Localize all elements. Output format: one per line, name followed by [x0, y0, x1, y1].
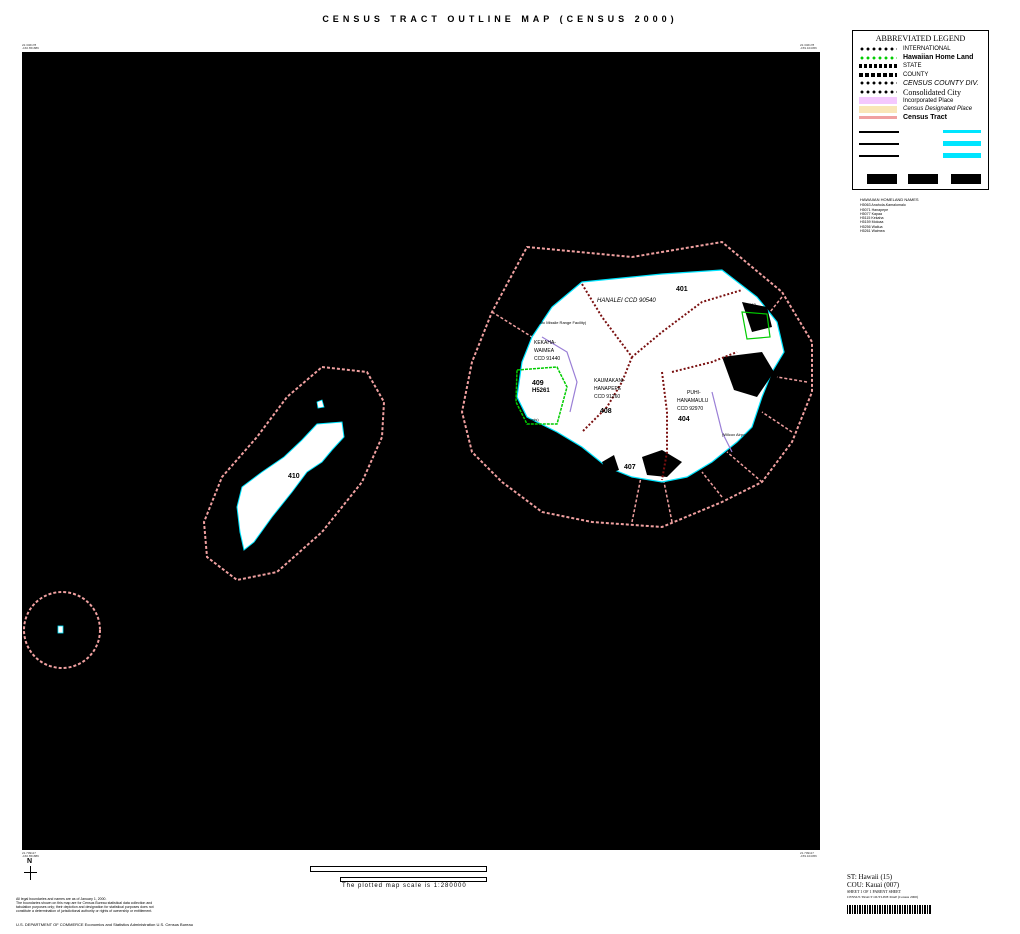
- barking-sands-label: (Barking Sands): [510, 417, 539, 422]
- legend-label: STATE: [903, 63, 922, 70]
- tract-label-407: 407: [624, 464, 636, 471]
- hawaiian-homeland-names: HAWAIIAN HOMELAND NAMES H5063 Anahola-Ka…: [860, 197, 919, 234]
- ccd-label-kaumakani-2: HANAPEPE: [594, 386, 622, 392]
- homeland-label-h5261: H5261: [532, 388, 550, 394]
- legend-row: Hawaiian Home Land: [859, 54, 987, 62]
- legend-swatch-2: [908, 174, 938, 184]
- department-line: U.S. DEPARTMENT OF COMMERCE Economics an…: [16, 922, 193, 927]
- legend-swatch-1: [867, 174, 897, 184]
- state-line: ST: Hawaii (15): [847, 873, 893, 881]
- legend-line-symbols: [859, 125, 981, 171]
- scale-bar-top: [310, 866, 487, 872]
- legend-symbol: [859, 89, 897, 95]
- corner-coord-se: 21.709117 -159.104456: [800, 851, 817, 858]
- legend-label: CENSUS COUNTY DIV.: [903, 79, 979, 87]
- legend-label: Census Tract: [903, 114, 947, 122]
- map-canvas[interactable]: 401 HANALEI CCD 90540 KEKAHA- WAIMEA CCD…: [22, 52, 820, 850]
- county-line: COU: Kauai (007): [847, 881, 900, 889]
- legend-row: CENSUS COUNTY DIV.: [859, 79, 987, 87]
- ccd-label-kekaha-3: CCD 91440: [534, 356, 561, 362]
- legend-row: Census Tract: [859, 114, 987, 122]
- legend-symbol: [859, 105, 897, 113]
- legend-label: Incorporated Place: [903, 97, 954, 104]
- ccd-label-kekaha-2: WAIMEA: [534, 348, 555, 354]
- legend-label: COUNTY: [903, 71, 929, 78]
- legend-row: INTERNATIONAL: [859, 45, 987, 53]
- ccd-label-puhi-1: PUHI-: [687, 390, 701, 396]
- homeland-label-h5063: H5063: [744, 302, 756, 307]
- legend-label: INTERNATIONAL: [903, 46, 951, 52]
- legend-row: COUNTY: [859, 71, 987, 79]
- lehua-islet: [316, 399, 325, 409]
- map-title: CENSUS TRACT OUTLINE MAP (CENSUS 2000): [322, 14, 678, 24]
- scale-bar-bottom: [340, 877, 487, 882]
- legend-row: Incorporated Place: [859, 97, 987, 105]
- legend-heading: ABBREVIATED LEGEND: [875, 34, 966, 43]
- ccd-label-kaumakani-3: CCD 91260: [594, 394, 621, 400]
- legend-symbol: [859, 54, 897, 61]
- ccd-label-hanalei: HANALEI CCD 90540: [597, 298, 656, 304]
- legend-row: Consolidated City: [859, 87, 987, 97]
- tract-label-408: 408: [600, 408, 612, 415]
- legend-row: STATE: [859, 62, 987, 70]
- north-arrow: N: [22, 858, 42, 882]
- abbreviated-legend: ABBREVIATED LEGEND INTERNATIONAL Hawaiian…: [852, 30, 989, 190]
- map-svg: [23, 240, 813, 669]
- scale-text: The plotted map scale is 1:280000: [342, 883, 467, 889]
- homeland-name: H5261 Waimea: [860, 229, 885, 234]
- homeland-names-title: HAWAIIAN HOMELAND NAMES: [860, 197, 919, 202]
- tract-label-409: 409: [532, 380, 544, 387]
- legend-symbol: [859, 64, 897, 69]
- pmrf-label: (Pacific Missile Range Facility): [532, 320, 587, 325]
- corner-coord-nw: 22.346178 -160.651889: [22, 43, 39, 50]
- legend-label: Hawaiian Home Land: [903, 54, 974, 62]
- north-label: N: [27, 858, 33, 865]
- state-county-block: ST: Hawaii (15) COU: Kauai (007) SHEET 1…: [847, 873, 918, 900]
- legend-label: Census Designated Place: [903, 106, 973, 113]
- notes: All legal boundaries and names are as of…: [16, 897, 154, 913]
- ccd-label-puhi-2: HANAMAULU: [677, 398, 709, 404]
- tract-label-410: 410: [288, 473, 300, 480]
- legend-symbol: [859, 97, 897, 105]
- ccd-label-kekaha-1: KEKAHA-: [534, 340, 556, 346]
- kaula-islet: [57, 625, 64, 634]
- ccd-label-kaumakani-1: KAUMAKANI-: [594, 378, 626, 384]
- barcode: [847, 905, 932, 914]
- wilcox-airport-label: (Wilcox Airport): [722, 432, 750, 437]
- legend-symbol: [859, 80, 897, 87]
- ccd-label-puhi-3: CCD 92970: [677, 406, 704, 412]
- tract-label-401: 401: [676, 286, 688, 293]
- legend-row: Census Designated Place: [859, 105, 987, 113]
- legend-label: Consolidated City: [903, 87, 961, 97]
- file-line: CENSUS TRACT OUTLINE MAP (Census 2000): [847, 895, 919, 899]
- legend-symbol: [859, 46, 897, 52]
- legend-symbol: [859, 116, 897, 120]
- note-line: constitute a determination of jurisdicti…: [16, 909, 153, 913]
- legend-swatch-3: [951, 174, 981, 184]
- corner-coord-ne: 22.346178 -159.104456: [800, 43, 817, 50]
- tract-label-404: 404: [678, 416, 690, 423]
- legend-symbol: [859, 72, 897, 77]
